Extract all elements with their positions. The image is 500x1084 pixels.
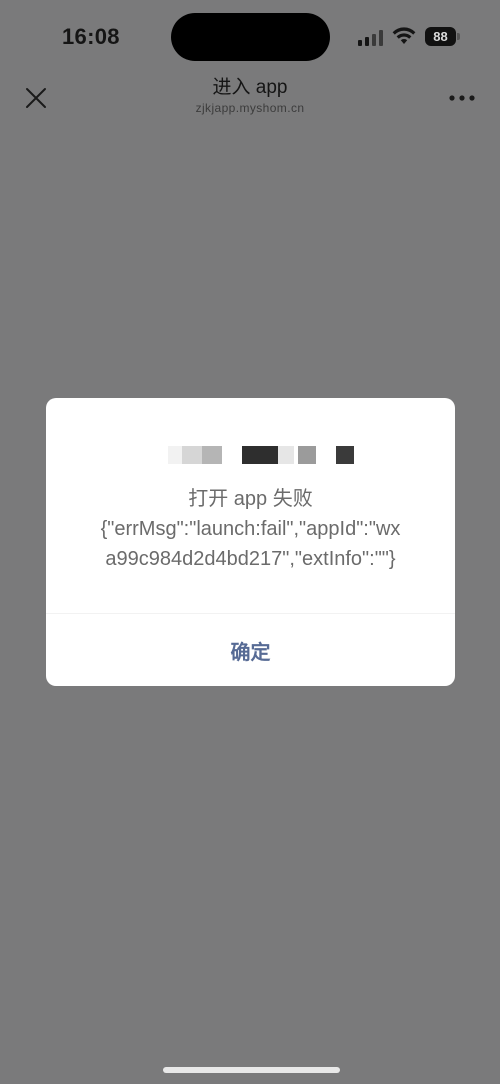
redacted-title [46,446,455,464]
redaction-block [298,446,316,464]
message-line: {"errMsg":"launch:fail","appId":"wx [100,518,401,540]
dialog-message: 打开 app 失败 {"errMsg":"launch:fail","appId… [66,484,435,574]
signal-icon [358,30,383,46]
redaction-block [336,446,354,464]
redaction-block [278,446,294,464]
close-icon [26,88,46,108]
confirm-button[interactable]: 确定 [46,614,455,686]
nav-title-group: 进入 app zjkjapp.myshom.cn [100,76,400,116]
redaction-block [182,446,202,464]
error-dialog: 打开 app 失败 {"errMsg":"launch:fail","appId… [46,398,455,686]
message-line: a99c984d2d4bd217","extInfo":""} [105,548,396,570]
redaction-block [242,446,278,464]
wifi-icon [392,27,416,44]
dynamic-island [171,13,330,61]
redaction-block [202,446,222,464]
nav-bar: 进入 app zjkjapp.myshom.cn [0,74,500,124]
home-indicator[interactable] [163,1067,340,1073]
battery-level: 88 [433,29,448,44]
redaction-block [168,446,182,464]
message-line: 打开 app 失败 [188,488,313,510]
battery-cap [457,33,460,40]
status-time: 16:08 [62,24,120,49]
page-title: 进入 app [212,77,288,98]
page-domain: zjkjapp.myshom.cn [195,101,305,115]
more-button[interactable] [446,82,478,114]
close-button[interactable] [20,82,52,114]
battery-icon: 88 [425,27,461,46]
more-icon [449,95,475,101]
status-bar: 16:08 88 [0,0,500,74]
screen: 16:08 88 进入 app zjkjapp.myshom.cn 打开 app… [0,0,500,1084]
